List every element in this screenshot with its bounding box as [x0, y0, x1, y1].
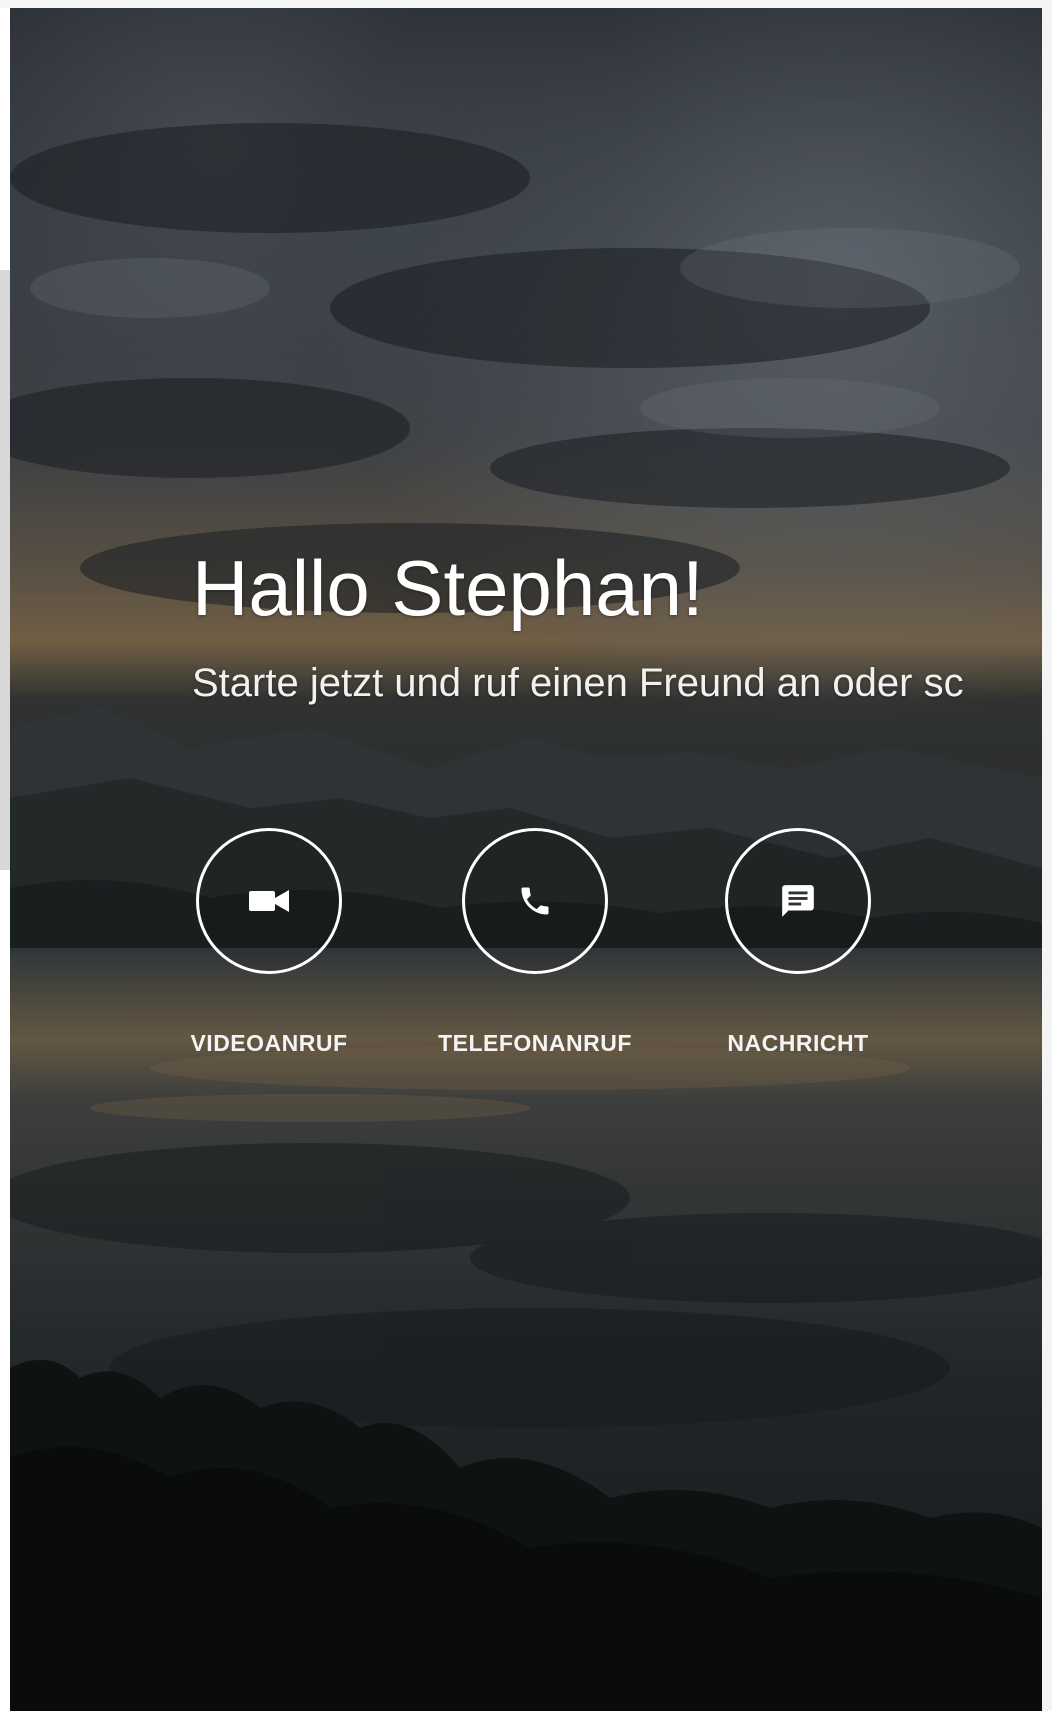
- message-circle[interactable]: [725, 828, 871, 974]
- video-call-label[interactable]: VIDEOANRUF: [129, 1030, 409, 1057]
- greeting-title: Hallo Stephan!: [192, 544, 704, 632]
- video-call-circle[interactable]: [196, 828, 342, 974]
- video-call-button[interactable]: VIDEOANRUF: [129, 828, 409, 1057]
- side-panel-edge[interactable]: [0, 160, 10, 870]
- right-frame: [1042, 0, 1052, 1711]
- message-button[interactable]: NACHRICHT: [658, 828, 938, 1057]
- phone-call-label[interactable]: TELEFONANRUF: [395, 1030, 675, 1057]
- phone-call-button[interactable]: TELEFONANRUF: [395, 828, 675, 1057]
- phone-call-circle[interactable]: [462, 828, 608, 974]
- message-label[interactable]: NACHRICHT: [658, 1030, 938, 1057]
- videocam-icon: [249, 890, 289, 912]
- message-icon: [782, 885, 814, 917]
- top-frame: [0, 0, 1052, 8]
- app-screen: Hallo Stephan! Starte jetzt und ruf eine…: [0, 0, 1052, 1711]
- phone-icon: [521, 887, 549, 915]
- welcome-panel: Hallo Stephan! Starte jetzt und ruf eine…: [10, 8, 1042, 1711]
- welcome-subtitle: Starte jetzt und ruf einen Freund an ode…: [192, 661, 964, 705]
